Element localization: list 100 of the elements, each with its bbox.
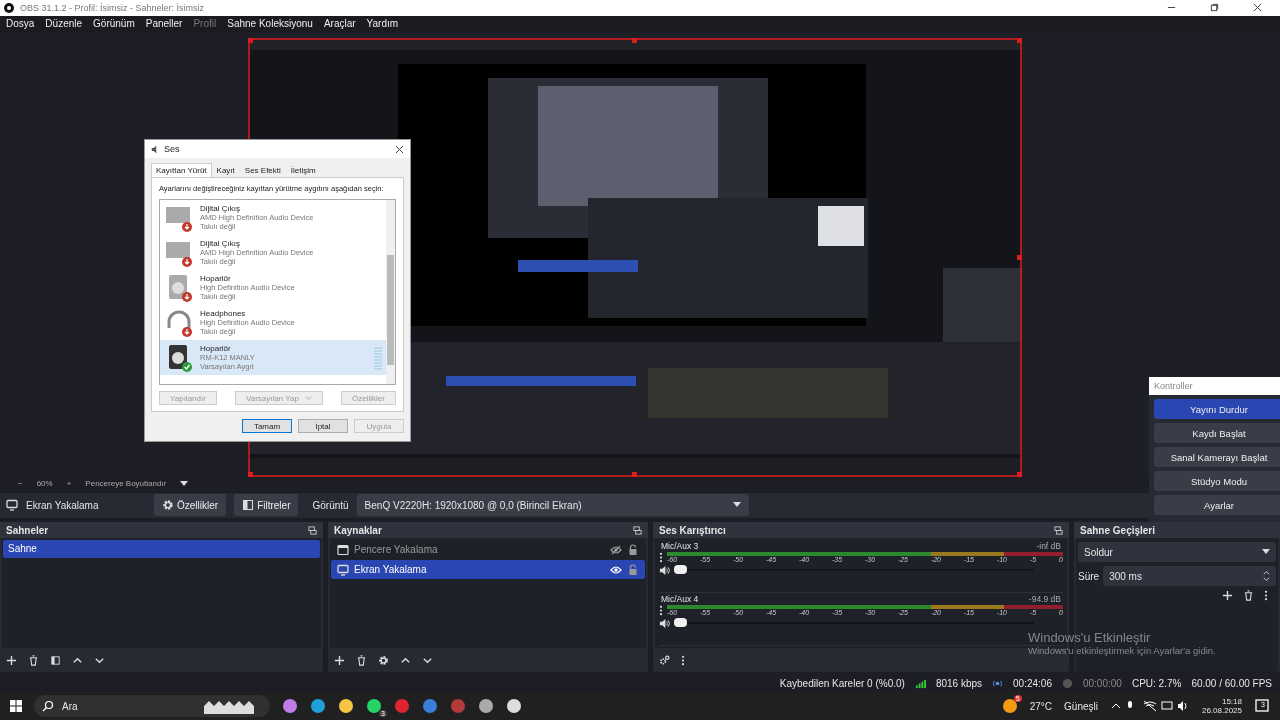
trash-icon[interactable] [356, 654, 367, 666]
properties-button[interactable]: Özellikler [154, 494, 227, 517]
close-icon[interactable] [395, 144, 404, 154]
source-item[interactable]: Pencere Yakalama [331, 540, 645, 560]
more-icon[interactable] [681, 654, 685, 666]
filter-icon [242, 499, 255, 512]
fit-window-button[interactable]: Pencereye Boyutlandır [85, 479, 167, 489]
dialog-button[interactable]: İptal [298, 419, 348, 433]
close-icon[interactable] [1253, 3, 1262, 13]
scrollbar[interactable] [386, 200, 395, 384]
trash-icon[interactable] [1243, 590, 1254, 602]
scene-item[interactable]: Sahne [3, 540, 320, 559]
menu-item[interactable]: Yardım [366, 18, 399, 30]
app-icon[interactable] [506, 698, 522, 715]
app-icon[interactable] [310, 698, 326, 715]
dialog-button[interactable]: Tamam [242, 419, 292, 433]
channel-name: Mic/Aux 3 [661, 541, 699, 552]
panel-title: Kontroller [1149, 377, 1280, 395]
app-icon[interactable] [478, 698, 494, 715]
more-icon[interactable] [659, 552, 663, 564]
filters-button[interactable]: Filtreler [234, 494, 299, 517]
caret-icon[interactable] [180, 480, 189, 487]
dialog-tab[interactable]: Kayıttan Yürüt [151, 163, 212, 177]
panel-title: Kaynaklar [334, 524, 382, 536]
fps: 60.00 / 60.00 FPS [1191, 677, 1272, 689]
dialog-title: Ses [164, 144, 180, 154]
display-dropdown[interactable]: BenQ V2220H: 1920x1080 @ 0,0 (Birincil Ekran) [356, 494, 749, 517]
notification-icon[interactable] [1254, 698, 1270, 715]
eye-icon[interactable] [610, 543, 622, 556]
panel-title: Sahne Geçişleri [1080, 524, 1156, 536]
more-icon[interactable] [659, 605, 663, 617]
trash-icon[interactable] [28, 654, 39, 666]
start-icon[interactable] [10, 700, 22, 713]
activation-text: Windows'u etkinleştirmek için Ayarlar'a gidin. [1028, 645, 1216, 656]
caret-icon [304, 395, 312, 401]
menu-item[interactable]: Dosya [6, 18, 35, 30]
source-name: Ekran Yakalama [354, 564, 428, 576]
menu-item[interactable]: Paneller [145, 18, 183, 30]
eye-icon[interactable] [610, 563, 622, 576]
more-icon[interactable] [1264, 590, 1268, 602]
zoom-out-button[interactable]: − [18, 479, 23, 489]
signal-icon [914, 677, 926, 689]
record-icon [1061, 677, 1073, 689]
transition-dropdown[interactable]: Soldur [1078, 542, 1276, 563]
monitor-icon [337, 563, 349, 576]
dropped-frames: Kaybedilen Kareler 0 (%0.0) [779, 677, 905, 689]
caret-icon [1262, 549, 1270, 556]
control-button[interactable]: Kaydı Başlat [1154, 423, 1280, 443]
add-icon[interactable] [334, 654, 345, 666]
control-button[interactable]: Sanal Kamerayı Başlat [1154, 447, 1280, 467]
monitor-icon [6, 499, 18, 512]
cpu-usage: CPU: 2.7% [1131, 677, 1182, 689]
temperature: 27°C [1029, 700, 1053, 712]
control-button[interactable]: Stüdyo Modu [1154, 471, 1280, 491]
app-icon[interactable] [338, 698, 354, 715]
dialog-tab[interactable]: İletişim [285, 163, 321, 177]
app-icon[interactable] [282, 698, 298, 715]
search-icon [42, 700, 54, 713]
device-name: Headphones [200, 309, 247, 318]
source-name: Pencere Yakalama [354, 544, 439, 556]
speaker-icon[interactable] [659, 564, 670, 576]
caret-icon [732, 502, 741, 509]
undock-icon[interactable] [308, 525, 317, 535]
menu-item[interactable]: Araçlar [323, 18, 356, 30]
tray-icons[interactable] [1109, 700, 1190, 713]
restore-icon[interactable] [1210, 3, 1219, 13]
lock-icon[interactable] [627, 563, 639, 576]
filter-icon[interactable] [50, 654, 61, 666]
add-icon[interactable] [1222, 590, 1233, 602]
weather-text: Güneşli [1064, 700, 1098, 712]
speaker-icon[interactable] [659, 617, 670, 629]
clock-time: 15:18 [1221, 697, 1242, 707]
menu-item[interactable]: Sahne Koleksiyonu [227, 18, 313, 30]
zoom-in-button[interactable]: + [66, 479, 72, 489]
gears-icon[interactable] [659, 654, 670, 666]
lock-icon[interactable] [627, 543, 639, 556]
gear-icon[interactable] [378, 654, 389, 666]
menu-item[interactable]: Görünüm [93, 18, 135, 30]
control-button[interactable]: Yayını Durdur [1154, 399, 1280, 419]
window-title: OBS 31.1.2 - Profil: İsimsiz - Sahneler: İsimsiz [20, 2, 205, 13]
duration-spinbox[interactable]: 300 ms [1103, 566, 1276, 587]
panel-title: Sahneler [6, 524, 49, 536]
record-time: 00:00:00 [1082, 677, 1122, 689]
app-icon[interactable] [366, 698, 382, 715]
control-button[interactable]: Ayarlar [1154, 495, 1280, 515]
undock-icon[interactable] [633, 525, 642, 535]
sun-icon[interactable] [1001, 698, 1018, 715]
search-field[interactable]: Ara [34, 695, 270, 718]
clock-date: 26.08.2025 [1201, 706, 1242, 716]
duration-label: Süre [1078, 570, 1100, 582]
undock-icon[interactable] [1054, 525, 1063, 535]
dialog-tab[interactable]: Kayıt [211, 163, 240, 177]
spin-arrows-icon[interactable] [1263, 569, 1270, 584]
dialog-tab[interactable]: Ses Efekti [239, 163, 286, 177]
channel-reading: -inf dB [1036, 541, 1061, 552]
menu-item[interactable]: Düzenle [45, 18, 83, 30]
add-icon[interactable] [6, 654, 17, 666]
source-item[interactable]: Ekran Yakalama [331, 560, 645, 580]
device-name: Dijital Çıkış [200, 239, 241, 248]
channel-name: Mic/Aux 4 [661, 594, 699, 605]
